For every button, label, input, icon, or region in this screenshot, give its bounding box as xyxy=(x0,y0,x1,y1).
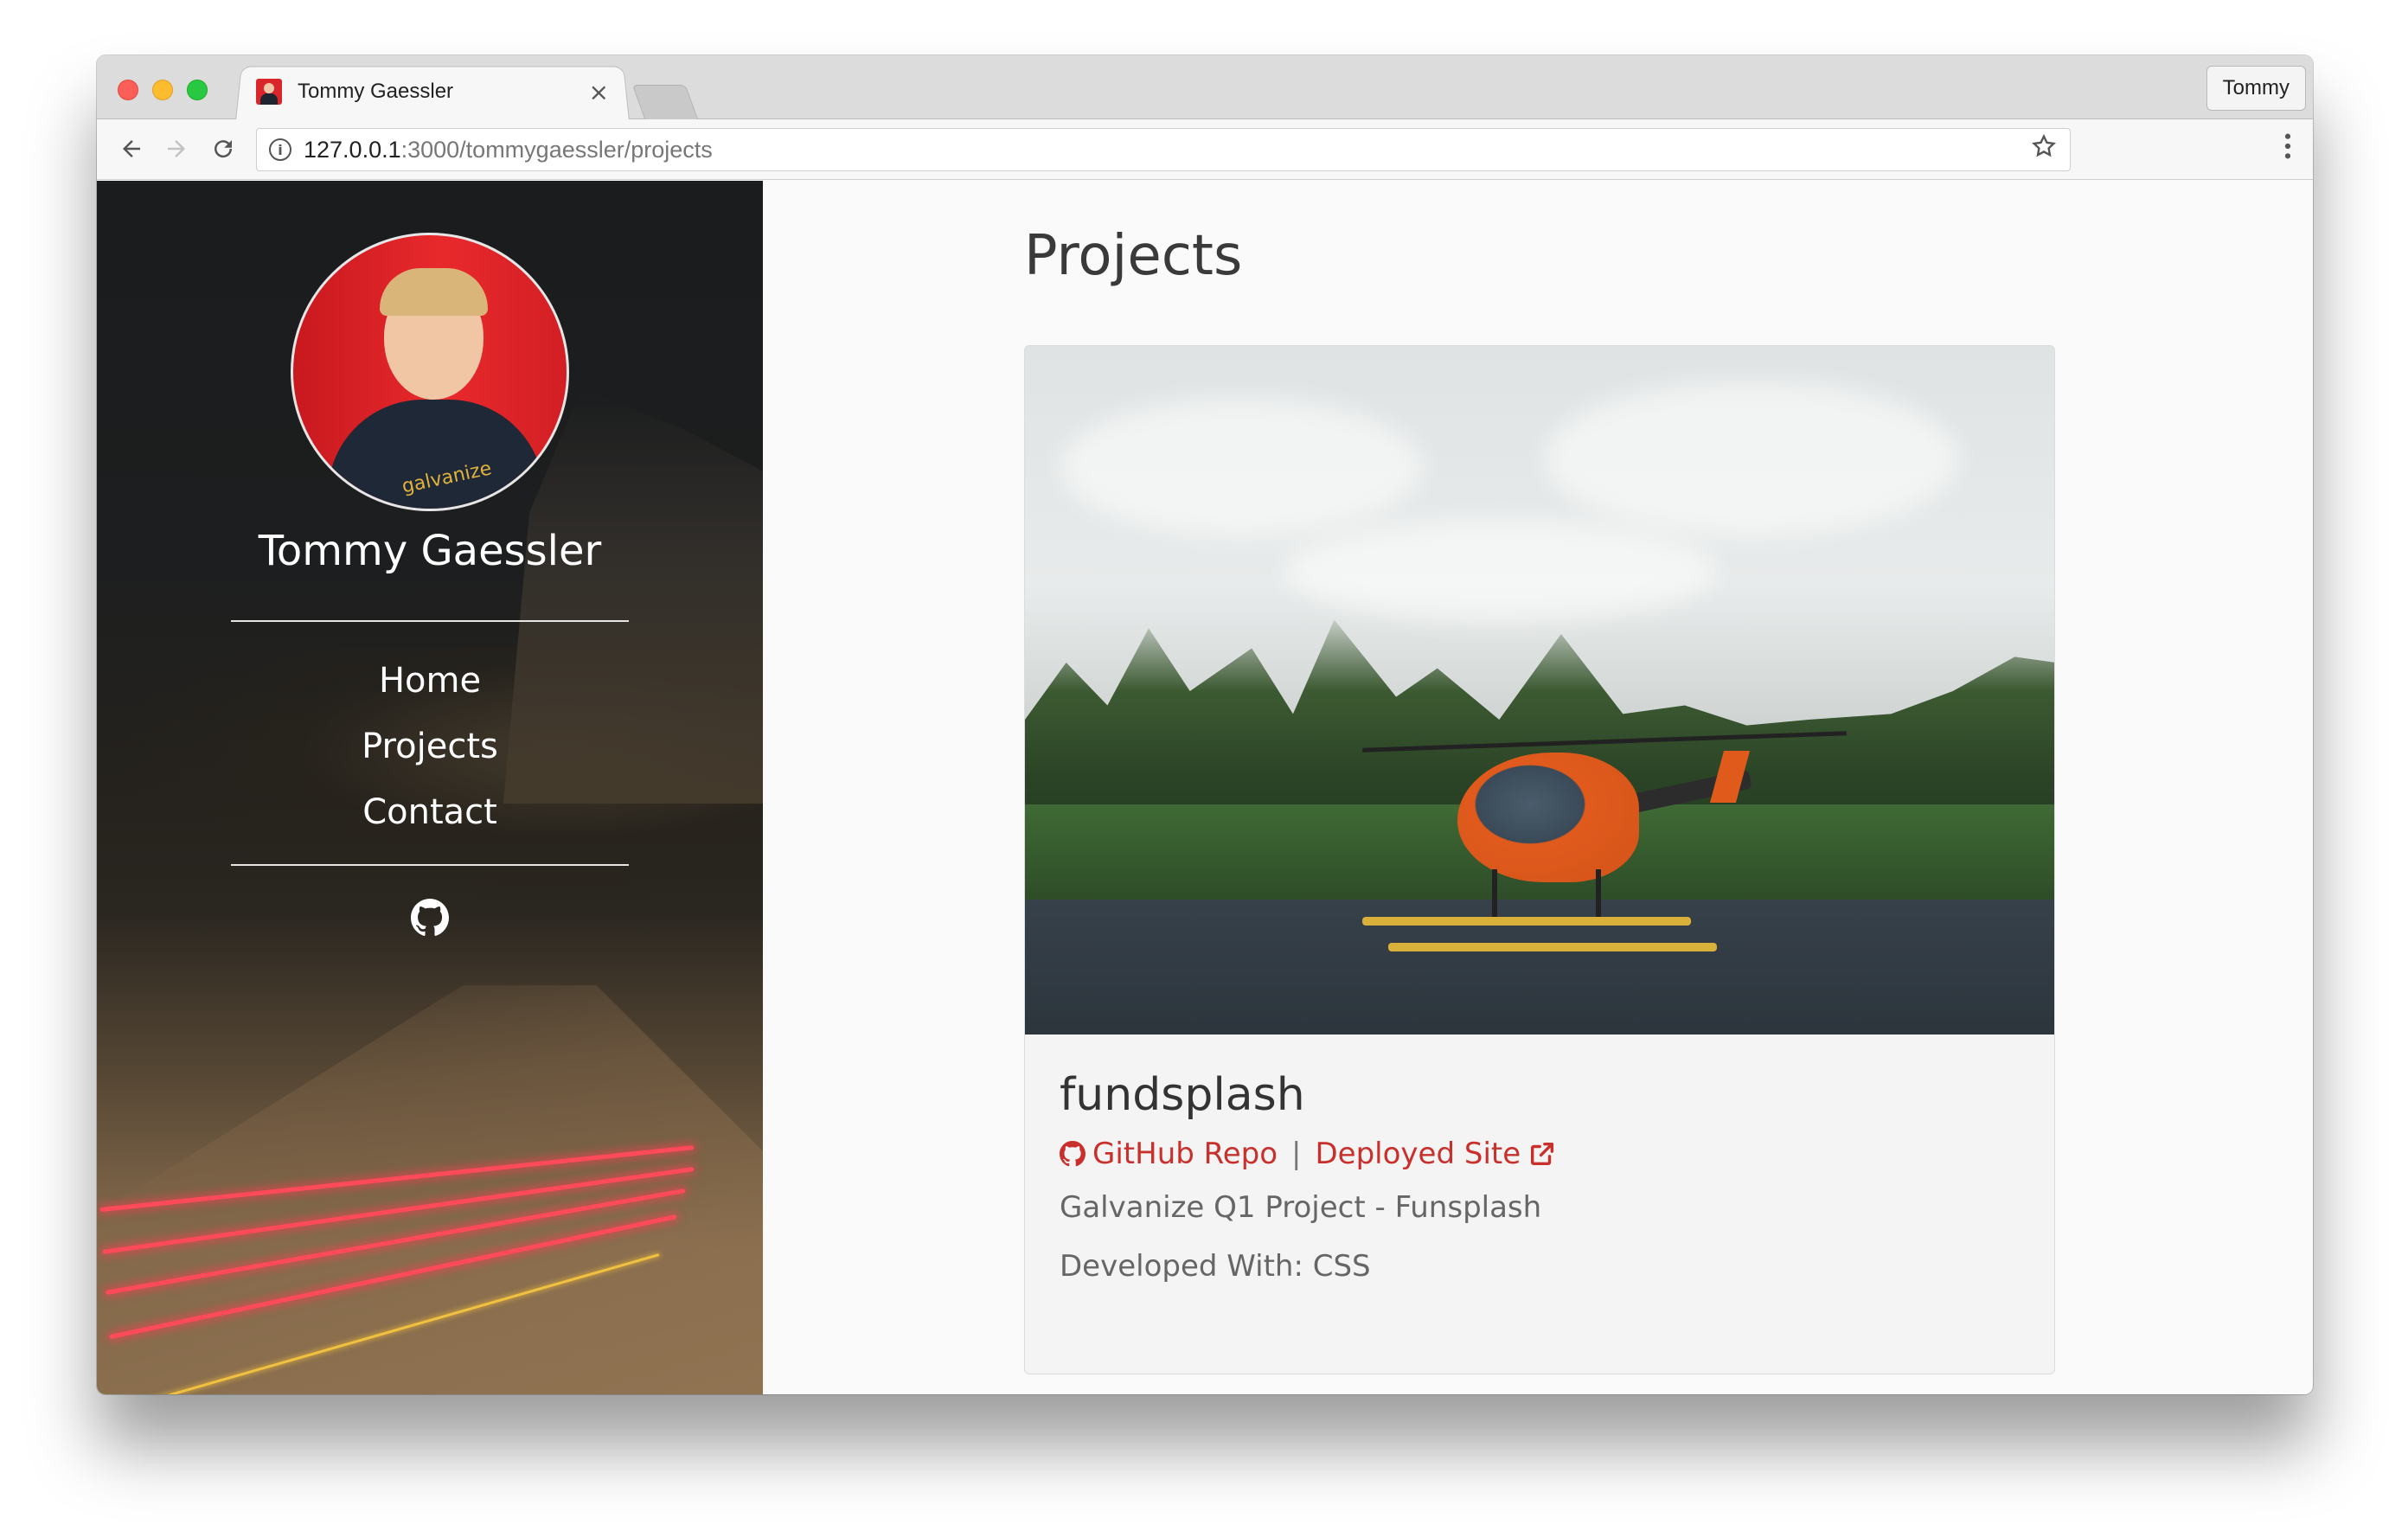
project-image xyxy=(1025,346,2054,1035)
github-icon xyxy=(1060,1141,1086,1167)
url-path: :3000/tommygaessler/projects xyxy=(400,136,713,163)
project-card: fundsplash GitHub Repo | Deployed Site G… xyxy=(1024,345,2055,1374)
window-close-button[interactable] xyxy=(118,80,138,100)
sidebar-nav: Home Projects Contact xyxy=(97,648,763,845)
tab-close-icon[interactable]: × xyxy=(589,78,609,106)
sidebar: galvanize Tommy Gaessler Home Projects C… xyxy=(97,181,763,1394)
avatar-hair xyxy=(380,268,488,316)
browser-menu-icon[interactable] xyxy=(2283,131,2292,169)
avatar: galvanize xyxy=(291,233,569,511)
reload-button[interactable] xyxy=(206,131,240,166)
tab-active[interactable]: Tommy Gaessler × xyxy=(246,64,621,119)
project-card-body: fundsplash GitHub Repo | Deployed Site G… xyxy=(1060,1060,2020,1296)
link-separator: | xyxy=(1291,1137,1302,1171)
arrow-left-icon xyxy=(123,140,140,157)
github-repo-label: GitHub Repo xyxy=(1092,1137,1278,1171)
window-maximize-button[interactable] xyxy=(187,80,208,100)
reload-icon xyxy=(215,140,233,158)
browser-toolbar: i 127.0.0.1:3000/tommygaessler/projects xyxy=(97,119,2313,180)
project-links: GitHub Repo | Deployed Site xyxy=(1060,1130,2020,1178)
cloud xyxy=(1544,381,1959,536)
helicopter-body xyxy=(1457,753,1639,882)
github-repo-link[interactable]: GitHub Repo xyxy=(1060,1130,1278,1178)
external-link-icon xyxy=(1531,1142,1554,1166)
url-text[interactable]: 127.0.0.1:3000/tommygaessler/projects xyxy=(304,137,713,163)
nav-link-projects[interactable]: Projects xyxy=(97,714,763,779)
favicon-icon xyxy=(256,79,282,105)
profile-button[interactable]: Tommy xyxy=(2206,66,2306,111)
avatar-shirt xyxy=(328,400,544,509)
project-developed-with: Developed With: CSS xyxy=(1060,1249,1371,1284)
forward-button[interactable] xyxy=(159,131,194,166)
sidebar-background-road xyxy=(97,985,763,1394)
nav-link-contact[interactable]: Contact xyxy=(97,779,763,845)
helicopter-skid xyxy=(1362,917,1691,926)
nav-link-home[interactable]: Home xyxy=(97,648,763,714)
page-viewport: galvanize Tommy Gaessler Home Projects C… xyxy=(97,181,2313,1394)
deployed-site-link[interactable]: Deployed Site xyxy=(1316,1130,1558,1178)
helicopter-strut xyxy=(1492,869,1497,921)
project-name: fundsplash xyxy=(1060,1069,1305,1121)
bookmark-star-icon[interactable] xyxy=(2030,132,2058,168)
deployed-site-label: Deployed Site xyxy=(1315,1137,1521,1171)
address-bar[interactable]: i 127.0.0.1:3000/tommygaessler/projects xyxy=(256,128,2071,171)
info-icon[interactable]: i xyxy=(269,138,291,161)
sidebar-divider xyxy=(231,620,629,622)
back-button[interactable] xyxy=(114,131,149,166)
helicopter-strut xyxy=(1596,869,1601,921)
tab-title: Tommy Gaessler xyxy=(298,80,454,103)
project-description: Galvanize Q1 Project - Funsplash xyxy=(1060,1190,1542,1225)
arrow-right-icon xyxy=(168,140,185,157)
page-title: Projects xyxy=(1024,224,1243,288)
window-minimize-button[interactable] xyxy=(152,80,173,100)
browser-window: Tommy Gaessler × Tommy i 127.0.0.1:3000/… xyxy=(97,55,2313,1394)
cloud xyxy=(1284,519,1717,623)
cloud xyxy=(1060,398,1423,536)
sidebar-divider xyxy=(231,864,629,866)
new-tab-button[interactable] xyxy=(631,85,699,119)
main-content: Projects fundsplash GitHub Repo | Deploy… xyxy=(763,181,2313,1394)
sidebar-name: Tommy Gaessler xyxy=(258,527,602,575)
github-icon[interactable] xyxy=(411,899,449,937)
url-host: 127.0.0.1 xyxy=(304,136,401,163)
tab-strip: Tommy Gaessler × Tommy xyxy=(97,55,2313,121)
helicopter-skid xyxy=(1388,943,1717,951)
